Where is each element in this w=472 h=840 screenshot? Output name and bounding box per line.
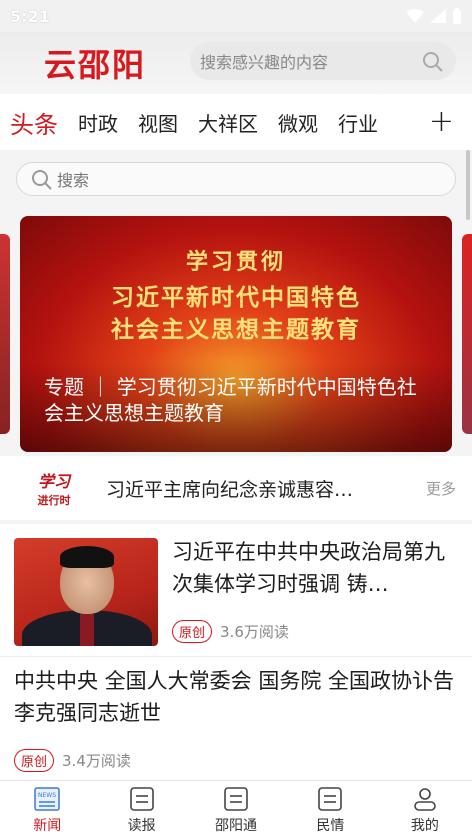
- status-bar: 5:21: [0, 0, 472, 32]
- scrollbar[interactable]: [466, 150, 470, 220]
- article-title[interactable]: 习近平在中共中央政治局第九次集体学习时强调 铸…: [172, 536, 460, 600]
- thumb-hair: [60, 546, 114, 568]
- feed-search-placeholder: 搜索: [57, 171, 90, 190]
- article-meta: 原创 3.6万阅读: [172, 620, 289, 643]
- tab-daxiang-district[interactable]: 大祥区: [198, 108, 258, 137]
- wifi-icon: [406, 9, 424, 23]
- original-badge: 原创: [14, 749, 55, 772]
- article-title[interactable]: 中共中央 全国人大常委会 国务院 全国政协讣告 李克强同志逝世: [14, 665, 456, 729]
- svg-text:NEWS: NEWS: [38, 792, 56, 799]
- battery-icon: [453, 8, 461, 24]
- add-channel-button[interactable]: +: [429, 104, 454, 139]
- original-badge: 原创: [172, 620, 213, 643]
- thumb-tie: [80, 614, 94, 646]
- study-logo-line-2: 进行时: [37, 494, 71, 507]
- nav-news-label: 新闻: [33, 818, 62, 834]
- tab-video[interactable]: 视图: [138, 108, 178, 137]
- study-logo: 学习 进行时: [28, 468, 80, 508]
- nav-read-paper[interactable]: 读报: [94, 781, 188, 840]
- tab-micro[interactable]: 微观: [278, 108, 318, 137]
- nav-mine[interactable]: 我的: [378, 781, 472, 840]
- nav-mine-label: 我的: [410, 818, 439, 834]
- nav-read-paper-label: 读报: [127, 818, 156, 834]
- document-icon: [224, 787, 248, 811]
- banner-line-1: 学习贯彻: [185, 250, 286, 275]
- study-logo-line-1: 学习: [37, 472, 70, 491]
- user-icon: [414, 788, 436, 811]
- header-search[interactable]: 搜索感兴趣的内容: [190, 42, 456, 80]
- tab-headlines[interactable]: 头条: [10, 105, 58, 154]
- app-header: 云邵阳 搜索感兴趣的内容: [0, 32, 472, 94]
- message-icon: [318, 787, 343, 811]
- bottom-navigation: NEWS 新闻 读报 邵阳通 民情 我的: [0, 780, 472, 840]
- banner-slide[interactable]: 学习贯彻 习近平新时代中国特色 社会主义思想主题教育 专题 ｜ 学习贯彻习近平新…: [20, 216, 452, 452]
- read-count: 3.4万阅读: [62, 752, 131, 770]
- nav-shaoyang-tong[interactable]: 邵阳通: [189, 781, 283, 840]
- article-thumbnail: [14, 538, 158, 646]
- feed[interactable]: 搜索 学习贯彻 习近平新时代中国特色 社会主义思想主题教育 专题 ｜ 学习贯彻习…: [0, 150, 472, 780]
- more-link[interactable]: 更多: [426, 478, 456, 499]
- news-ticker[interactable]: 学习 进行时 习近平主席向纪念亲诚惠容… 更多: [0, 456, 472, 520]
- news-icon: NEWS: [34, 787, 60, 811]
- banner-caption: 专题 ｜ 学习贯彻习近平新时代中国特色社会主义思想主题教育: [44, 375, 417, 425]
- carousel-next-slide[interactable]: [462, 234, 472, 434]
- article-meta: 原创 3.4万阅读: [14, 749, 131, 772]
- nav-public-sentiment[interactable]: 民情: [283, 781, 377, 840]
- ticker-headline[interactable]: 习近平主席向纪念亲诚惠容…: [106, 475, 406, 502]
- banner-line-3: 社会主义思想主题教育: [111, 317, 361, 343]
- banner-carousel[interactable]: 学习贯彻 习近平新时代中国特色 社会主义思想主题教育 专题 ｜ 学习贯彻习近平新…: [0, 216, 472, 452]
- read-count: 3.6万阅读: [220, 623, 289, 641]
- nav-shaoyang-tong-label: 邵阳通: [215, 818, 258, 834]
- banner-line-2: 习近平新时代中国特色: [111, 285, 361, 311]
- tab-politics[interactable]: 时政: [78, 108, 118, 137]
- nav-public-sentiment-label: 民情: [316, 818, 345, 834]
- newspaper-icon: [129, 787, 154, 811]
- signal-icon: [430, 9, 446, 23]
- nav-news[interactable]: NEWS 新闻: [0, 781, 94, 840]
- list-item[interactable]: 习近平在中共中央政治局第九次集体学习时强调 铸… 原创 3.6万阅读: [0, 524, 472, 656]
- carousel-prev-slide[interactable]: [0, 234, 10, 434]
- status-time: 5:21: [10, 6, 50, 26]
- channel-tabs: 头条 时政 视图 大祥区 微观 行业 +: [0, 94, 472, 154]
- feed-search-input[interactable]: 搜索: [16, 162, 456, 196]
- header-search-placeholder: 搜索感兴趣的内容: [200, 53, 329, 72]
- list-item[interactable]: 中共中央 全国人大常委会 国务院 全国政协讣告 李克强同志逝世 原创 3.4万阅…: [0, 656, 472, 780]
- search-icon: [32, 170, 52, 190]
- search-icon[interactable]: [422, 51, 444, 73]
- app-logo[interactable]: 云邵阳: [44, 40, 146, 86]
- tab-industry[interactable]: 行业: [338, 108, 378, 137]
- status-icons: [406, 8, 462, 24]
